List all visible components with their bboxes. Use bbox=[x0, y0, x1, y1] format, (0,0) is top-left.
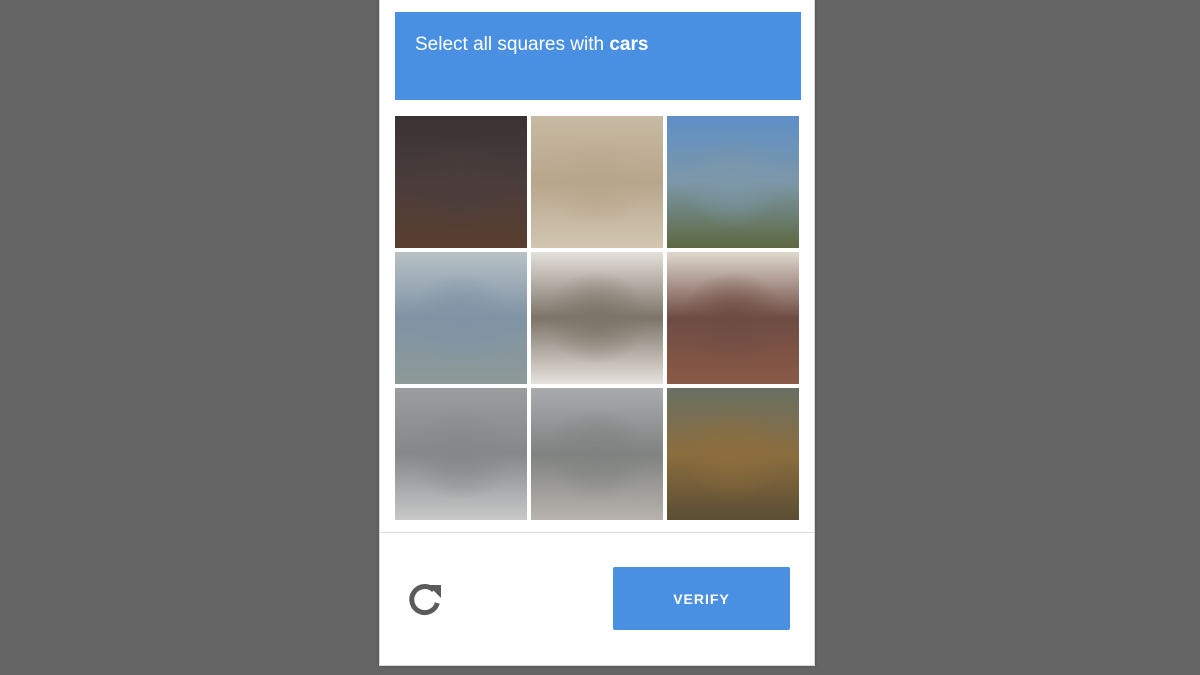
blurred-image bbox=[531, 116, 663, 248]
image-tile-grid bbox=[395, 116, 801, 522]
tile-7[interactable] bbox=[395, 388, 527, 520]
challenge-prompt: Select all squares with cars bbox=[395, 12, 801, 100]
blurred-image bbox=[531, 388, 663, 520]
captcha-challenge-card: Select all squares with cars VERIFY bbox=[379, 0, 815, 666]
blurred-image bbox=[395, 116, 527, 248]
tile-8[interactable] bbox=[531, 388, 663, 520]
tile-3[interactable] bbox=[667, 116, 799, 248]
blurred-image bbox=[395, 388, 527, 520]
tile-9[interactable] bbox=[667, 388, 799, 520]
reload-button[interactable] bbox=[403, 577, 447, 621]
prompt-text: Select all squares with bbox=[415, 34, 610, 55]
prompt-target: cars bbox=[609, 34, 649, 55]
tile-2[interactable] bbox=[531, 116, 663, 248]
footer-divider bbox=[380, 532, 814, 533]
verify-button[interactable]: VERIFY bbox=[613, 567, 790, 630]
blurred-image bbox=[667, 252, 799, 384]
blurred-image bbox=[667, 116, 799, 248]
blurred-image bbox=[531, 252, 663, 384]
blurred-image bbox=[667, 388, 799, 520]
tile-6[interactable] bbox=[667, 252, 799, 384]
tile-1[interactable] bbox=[395, 116, 527, 248]
blurred-image bbox=[395, 252, 527, 384]
tile-4[interactable] bbox=[395, 252, 527, 384]
reload-icon bbox=[409, 584, 441, 616]
tile-5[interactable] bbox=[531, 252, 663, 384]
page-backdrop: Select all squares with cars VERIFY bbox=[0, 0, 1200, 675]
